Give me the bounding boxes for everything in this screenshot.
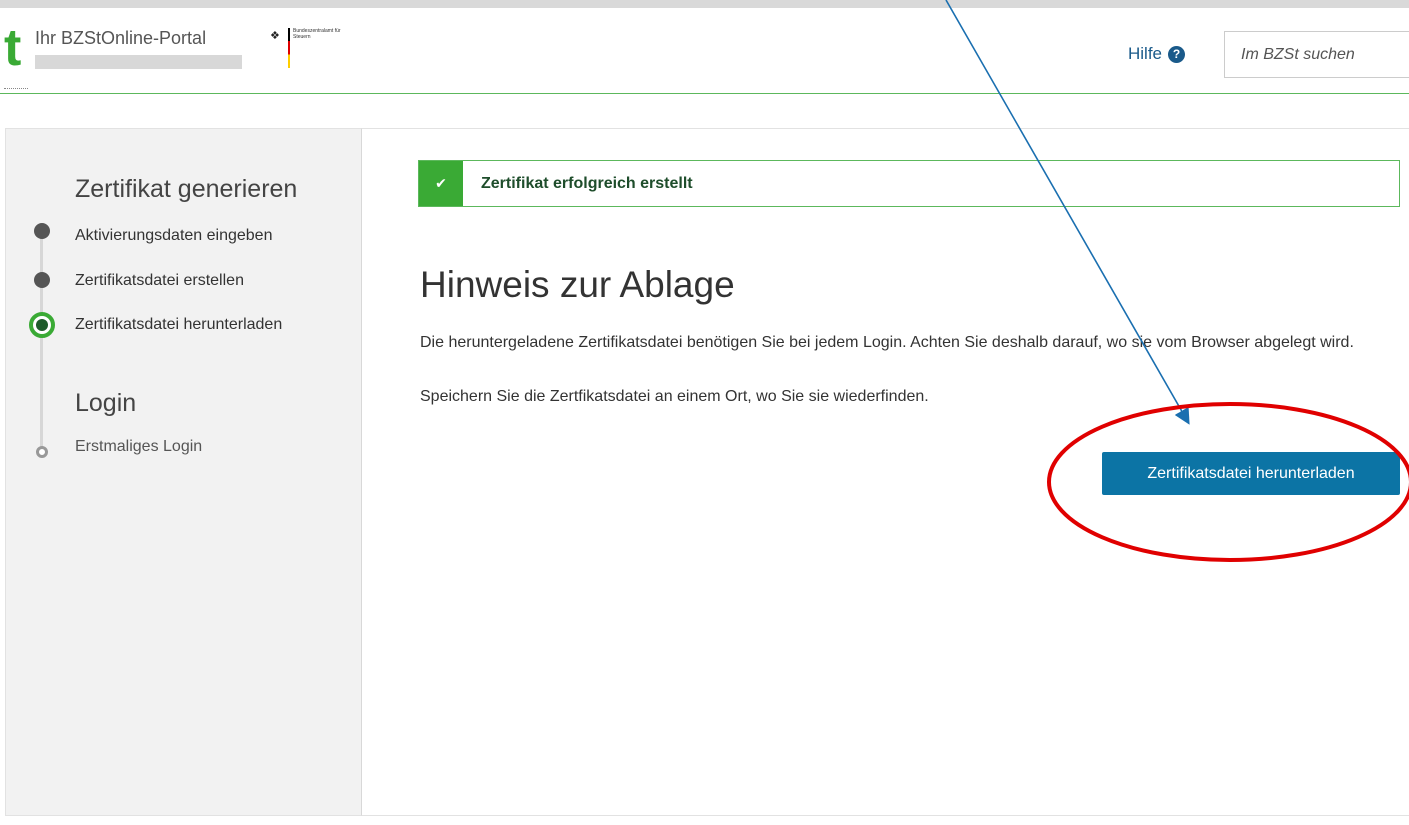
section-title-certificate: Zertifikat generieren: [75, 175, 298, 203]
step-first-login: Erstmaliges Login: [75, 438, 203, 455]
portal-name: Ihr BZStOnline-Portal: [35, 28, 207, 48]
step-pending-icon: [36, 446, 48, 458]
storage-hint-text: Die heruntergeladene Zertifikatsdatei be…: [420, 334, 1354, 351]
step-download-file: Zertifikatsdatei herunterladen: [75, 316, 283, 333]
question-circle-icon: ?: [1168, 45, 1186, 63]
success-alert: ✔ Zertifikat erfolgreich erstellt: [418, 160, 1400, 207]
step-done-icon: [34, 272, 50, 288]
site-header: t Ihr BZStOnline-Portal ❖ Bundeszentrala…: [0, 8, 1409, 94]
section-title-login: Login: [75, 389, 137, 417]
step-active-icon: [29, 312, 55, 338]
window-top-bar: [0, 0, 1409, 8]
download-certificate-button[interactable]: Zertifikatsdatei herunterladen: [1102, 452, 1400, 495]
focus-indicator: [4, 88, 28, 89]
step-done-icon: [34, 223, 50, 239]
save-location-hint: Speichern Sie die Zertfikatsdatei an ein…: [420, 388, 929, 405]
search-input[interactable]: [1224, 31, 1409, 78]
agency-logo-text: Bundeszentralamt für Steuern: [293, 28, 341, 40]
german-flag-stripe: [288, 28, 290, 68]
step-activation-data: Aktivierungsdaten eingeben: [75, 227, 273, 244]
progress-line: [40, 232, 43, 456]
redacted-subtitle: [35, 55, 242, 69]
help-label: Hilfe: [1128, 44, 1163, 63]
step-create-file: Zertifikatsdatei erstellen: [75, 272, 244, 289]
portal-logo[interactable]: t: [4, 22, 21, 74]
check-icon: ✔: [419, 161, 463, 206]
page-title: Hinweis zur Ablage: [420, 264, 735, 305]
help-link[interactable]: Hilfe ?: [1128, 44, 1186, 64]
federal-eagle-icon: ❖: [270, 30, 280, 42]
success-alert-text: Zertifikat erfolgreich erstellt: [481, 174, 693, 192]
